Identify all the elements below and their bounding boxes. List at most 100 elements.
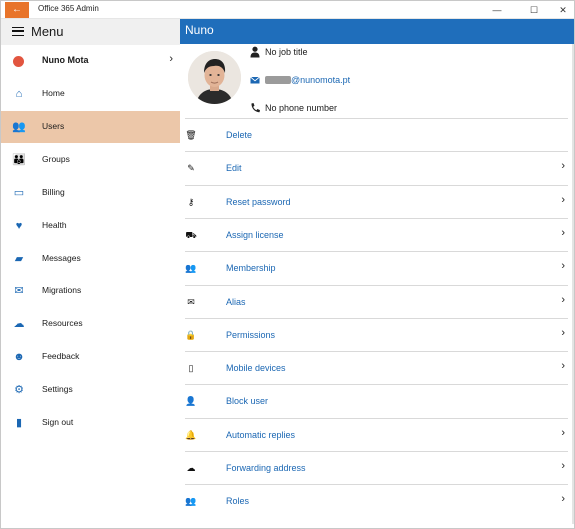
sidebar-item-users[interactable]: 👥 Users	[1, 110, 180, 143]
reset-password-action[interactable]: ⚷ Reset password ›	[185, 184, 568, 218]
sidebar-item-home[interactable]: ⌂ Home	[1, 78, 180, 110]
avatar	[188, 51, 241, 104]
minimize-button[interactable]: —	[485, 2, 509, 18]
lock-icon: 🔒	[185, 329, 197, 340]
person-icon	[250, 46, 260, 58]
menu-label: Menu	[31, 24, 64, 39]
sidebar-item-label: Settings	[42, 384, 73, 395]
email-link[interactable]: @nunomota.pt	[265, 75, 350, 85]
phone-icon	[250, 102, 260, 114]
chevron-right-icon: ›	[561, 193, 565, 206]
membership-action[interactable]: 👥 Membership ›	[185, 251, 568, 284]
header-bar: Nuno	[180, 19, 574, 44]
sidebar-item-migrations[interactable]: ✉ Migrations	[1, 275, 180, 307]
delete-action[interactable]: 🗑 Delete	[185, 118, 568, 151]
email-domain: @nunomota.pt	[291, 75, 351, 85]
redacted-mark	[265, 76, 291, 84]
sidebar-item-messages[interactable]: ▰ Messages	[1, 243, 180, 275]
sign-out-icon: ▮	[15, 417, 23, 429]
chevron-right-icon: ›	[561, 260, 565, 273]
sidebar-item-feedback[interactable]: ☻ Feedback	[1, 341, 180, 373]
home-icon: ⌂	[15, 88, 23, 100]
forward-icon: ☁	[186, 463, 196, 473]
title-bar: ← Office 365 Admin — ☐ ✕	[1, 1, 574, 19]
migrations-icon: ✉	[14, 285, 24, 298]
chevron-right-icon: ›	[561, 293, 565, 306]
mobile-icon: ▯	[188, 363, 194, 374]
resources-icon: ☁	[13, 318, 25, 331]
chevron-right-icon: ›	[561, 460, 565, 472]
menu-header[interactable]: Menu	[1, 19, 180, 45]
scrollbar[interactable]	[572, 44, 574, 524]
action-label: Alias	[226, 296, 246, 307]
back-button[interactable]: ←	[5, 2, 29, 18]
action-label: Reset password	[226, 196, 291, 207]
user-name: Nuno Mota	[42, 55, 89, 65]
roles-icon: 👥	[185, 496, 197, 507]
sidebar-item-sign-out[interactable]: ▮ Sign out	[1, 407, 180, 439]
sidebar-item-groups[interactable]: 👪 Groups	[1, 144, 180, 176]
license-icon: ⛟	[185, 229, 197, 240]
mail-icon	[250, 74, 260, 86]
block-user-icon: 👤	[185, 396, 197, 407]
action-label: Membership	[226, 263, 276, 274]
sidebar-item-label: Feedback	[42, 351, 80, 362]
block-user-action[interactable]: 👤 Block user	[185, 384, 568, 417]
action-label: Permissions	[226, 329, 276, 340]
sidebar-item-label: Home	[42, 88, 65, 98]
action-label: Automatic replies	[226, 429, 296, 440]
sidebar-item-label: Migrations	[42, 285, 82, 296]
sidebar-item-billing[interactable]: ▭ Billing	[1, 177, 180, 209]
mail-icon: ✉	[187, 296, 195, 307]
chevron-right-icon: ›	[561, 426, 565, 439]
chevron-right-icon: ›	[561, 160, 565, 173]
action-label: Forwarding address	[226, 463, 306, 473]
chevron-right-icon: ›	[561, 493, 565, 506]
sidebar: Menu Nuno Mota › ⌂ Home 👥 Users 👪 Groups ▭ Bill…	[1, 19, 180, 528]
job-title: No job title	[265, 47, 308, 57]
sidebar-user[interactable]: Nuno Mota ›	[1, 45, 180, 77]
billing-icon: ▭	[13, 186, 25, 199]
pencil-icon: ✎	[187, 163, 195, 174]
action-label: Assign license	[226, 229, 284, 240]
edit-action[interactable]: ✎ Edit ›	[185, 151, 568, 184]
sidebar-item-settings[interactable]: ⚙ Settings	[1, 374, 180, 406]
settings-icon: ⚙	[14, 384, 24, 397]
hamburger-icon[interactable]	[12, 27, 24, 36]
key-icon: ⚷	[187, 196, 195, 207]
app-title: Office 365 Admin	[38, 4, 99, 13]
action-label: Mobile devices	[226, 363, 286, 374]
action-label: Block user	[226, 396, 269, 407]
sidebar-item-label: Users	[42, 120, 65, 131]
messages-icon: ▰	[14, 252, 24, 265]
permissions-action[interactable]: 🔒 Permissions ›	[185, 317, 568, 351]
action-label: Delete	[226, 130, 253, 140]
page-title: Nuno	[185, 23, 214, 37]
trash-icon: 🗑	[185, 130, 197, 140]
sidebar-item-health[interactable]: ♥ Health	[1, 210, 180, 242]
app-window: ← Office 365 Admin — ☐ ✕ Menu Nuno Mota …	[0, 0, 575, 529]
feedback-icon: ☻	[13, 351, 25, 364]
forwarding-address-action[interactable]: ☁ Forwarding address ›	[185, 451, 568, 484]
assign-license-action[interactable]: ⛟ Assign license ›	[185, 217, 568, 251]
action-label: Roles	[226, 496, 250, 507]
close-button[interactable]: ✕	[551, 2, 575, 18]
sidebar-item-label: Health	[42, 219, 67, 230]
mobile-devices-action[interactable]: ▯ Mobile devices ›	[185, 351, 568, 384]
maximize-button[interactable]: ☐	[522, 2, 546, 18]
groups-icon: 👪	[12, 153, 26, 166]
main-panel: Nuno No job title @nunomota.pt No phone …	[180, 19, 574, 528]
chevron-right-icon: ›	[169, 53, 173, 65]
bell-icon: 🔔	[185, 429, 197, 440]
chevron-right-icon: ›	[561, 326, 565, 339]
sidebar-item-resources[interactable]: ☁ Resources	[1, 308, 180, 340]
sidebar-item-label: Sign out	[42, 417, 74, 427]
sidebar-item-label: Billing	[42, 186, 65, 197]
sidebar-item-label: Resources	[42, 318, 83, 329]
alias-action[interactable]: ✉ Alias ›	[185, 284, 568, 318]
automatic-replies-action[interactable]: 🔔 Automatic replies ›	[185, 417, 568, 451]
health-icon: ♥	[15, 219, 23, 232]
roles-action[interactable]: 👥 Roles ›	[185, 484, 568, 517]
membership-icon: 👥	[185, 263, 197, 274]
sidebar-item-label: Groups	[42, 153, 70, 164]
